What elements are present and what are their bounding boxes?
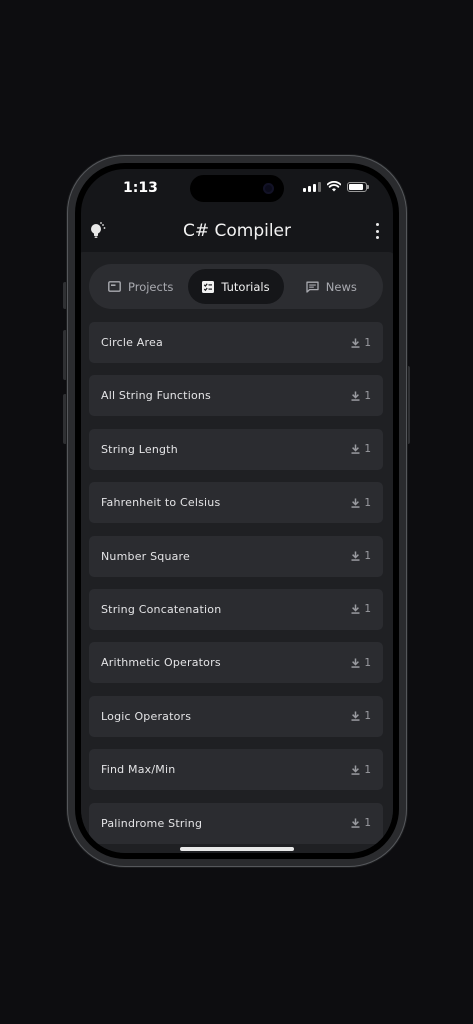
download-count: 1: [351, 443, 371, 455]
tutorial-title: Fahrenheit to Celsius: [101, 496, 221, 510]
download-number: 1: [364, 710, 371, 723]
tutorial-title: String Concatenation: [101, 602, 222, 616]
tutorial-title: Arithmetic Operators: [101, 656, 221, 670]
folder-window-icon: [108, 281, 121, 292]
tab-projects[interactable]: Projects: [93, 269, 188, 304]
tab-label: News: [325, 279, 357, 294]
tutorial-title: Circle Area: [101, 336, 163, 349]
camera-icon: [263, 183, 274, 194]
tutorial-title: Palindrome String: [101, 816, 203, 830]
download-number: 1: [364, 656, 371, 669]
download-number: 1: [364, 763, 371, 776]
download-icon: [351, 711, 360, 722]
home-indicator: [180, 847, 294, 851]
phone-bezel: 1:13 C# Compiler Projects Tutorials News…: [75, 163, 399, 859]
download-count: 1: [351, 710, 371, 722]
tab-label: Projects: [127, 279, 174, 294]
tutorial-title: Find Max/Min: [101, 763, 176, 777]
tutorial-title: String Length: [101, 442, 178, 456]
download-number: 1: [364, 336, 371, 349]
wifi-icon: [327, 181, 341, 192]
list-item[interactable]: Fahrenheit to Celsius 1: [89, 482, 383, 524]
download-number: 1: [364, 550, 371, 563]
app-title: C# Compiler: [182, 221, 292, 241]
tutorial-title: Number Square: [101, 549, 191, 563]
dynamic-island: [190, 175, 284, 202]
download-icon: [351, 338, 360, 348]
download-number: 1: [364, 389, 371, 402]
chat-icon: [306, 281, 319, 293]
content-panel: Projects Tutorials News Circle Area 1 Al…: [81, 252, 393, 853]
download-count: 1: [351, 550, 371, 562]
tab-bar: Projects Tutorials News: [89, 264, 383, 309]
download-number: 1: [364, 443, 371, 456]
download-count: 1: [351, 390, 371, 402]
list-item[interactable]: Number Square 1: [89, 535, 383, 577]
download-count: 1: [351, 337, 371, 349]
list-item[interactable]: Find Max/Min 1: [89, 749, 383, 791]
tutorial-list: Circle Area 1 All String Functions 1 Str…: [89, 322, 383, 853]
status-icons: [303, 181, 369, 192]
download-count: 1: [351, 497, 371, 509]
tab-news[interactable]: News: [284, 269, 379, 304]
download-icon: [351, 604, 360, 615]
list-item[interactable]: Logic Operators 1: [89, 695, 383, 737]
more-vert-icon[interactable]: [372, 223, 382, 239]
download-count: 1: [351, 657, 371, 669]
battery-icon: [347, 181, 369, 192]
download-count: 1: [351, 764, 371, 776]
phone-frame: 1:13 C# Compiler Projects Tutorials News…: [67, 155, 407, 867]
list-item[interactable]: Palindrome String 1: [89, 802, 383, 844]
download-icon: [351, 498, 360, 508]
download-icon: [351, 818, 360, 828]
list-item[interactable]: Circle Area 1: [89, 322, 383, 363]
status-time: 1:13: [123, 180, 158, 196]
list-item[interactable]: String Concatenation 1: [89, 588, 383, 630]
download-icon: [351, 444, 360, 455]
tutorial-title: All String Functions: [101, 389, 211, 403]
list-item[interactable]: String Length 1: [89, 428, 383, 470]
download-count: 1: [351, 817, 371, 829]
download-number: 1: [364, 603, 371, 616]
download-icon: [351, 391, 360, 401]
download-number: 1: [364, 496, 371, 509]
download-icon: [351, 658, 360, 668]
cellular-signal-icon: [303, 181, 321, 192]
download-number: 1: [364, 817, 371, 830]
stage: 1:13 C# Compiler Projects Tutorials News…: [0, 0, 473, 1024]
checklist-icon: [202, 280, 215, 293]
download-icon: [351, 765, 360, 775]
list-item[interactable]: All String Functions 1: [89, 375, 383, 417]
download-count: 1: [351, 603, 371, 615]
tab-label: Tutorials: [221, 279, 270, 294]
download-icon: [351, 551, 360, 561]
tab-tutorials[interactable]: Tutorials: [188, 269, 284, 304]
tutorial-title: Logic Operators: [101, 709, 192, 723]
list-item[interactable]: Arithmetic Operators 1: [89, 642, 383, 684]
app-screen: 1:13 C# Compiler Projects Tutorials News…: [81, 169, 393, 853]
